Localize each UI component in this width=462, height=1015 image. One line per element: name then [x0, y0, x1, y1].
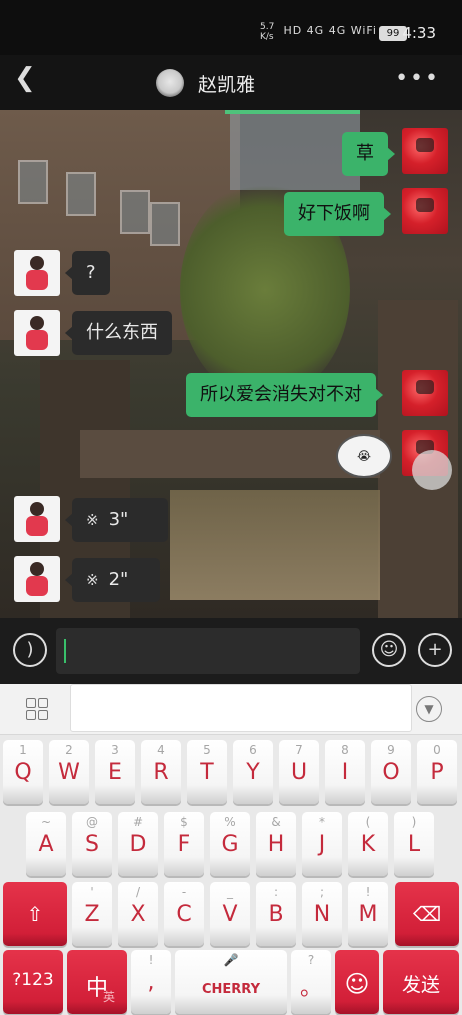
key-s[interactable]: @ S [72, 812, 112, 876]
language-switch-key[interactable]: 英中 [67, 950, 127, 1014]
voice-mode-icon[interactable]: ) [13, 633, 47, 667]
key-d[interactable]: # D [118, 812, 158, 876]
key-e[interactable]: 3E [95, 740, 135, 804]
signal-icons: HD 4G 4G WiFi [283, 24, 377, 37]
key-k[interactable]: (K [348, 812, 388, 876]
message-bubble[interactable]: 好下饭啊 [284, 192, 391, 236]
contact-avatar[interactable] [14, 556, 60, 602]
self-avatar[interactable] [402, 128, 448, 174]
key-t[interactable]: 5T [187, 740, 227, 804]
key-v[interactable]: _ V [210, 882, 250, 946]
keyboard-toolbar: ▼ [0, 684, 462, 735]
network-speed: 5.7 K/s [260, 22, 275, 42]
send-key[interactable]: 发送 [383, 950, 459, 1014]
plus-icon[interactable]: + [418, 633, 452, 667]
chat-area[interactable]: 草 好下饭啊 ? 什么东西 所以爱会消失对不对 😭 ※ 3" ※ 2" [0, 110, 462, 618]
input-bar: ) ☺ + [0, 618, 462, 684]
space-key[interactable]: 🎤 CHERRY [175, 950, 287, 1014]
key-b[interactable]: :B [256, 882, 296, 946]
comma-key[interactable]: !, [131, 950, 171, 1014]
candidate-bar[interactable] [70, 684, 412, 732]
message-bubble[interactable]: 什么东西 [65, 311, 172, 355]
voice-wave-icon: ※ [86, 511, 99, 529]
contact-avatar[interactable] [14, 310, 60, 356]
floating-assist-button[interactable] [412, 450, 452, 490]
key-a[interactable]: ~ A [26, 812, 66, 876]
key-m[interactable]: ! M [348, 882, 388, 946]
key-f[interactable]: $ F [164, 812, 204, 876]
status-time: 4:33 [402, 24, 436, 42]
collapse-keyboard-icon[interactable]: ▼ [416, 696, 442, 722]
key-l[interactable]: ) L [394, 812, 434, 876]
keyboard: ▼ 1 Q 2 W 3 E 4 R 5 T 6 Y 7 U 8 I 9 O 0 P ~ A @ S # D $ F% G & H * J(K) L… [0, 684, 462, 1015]
sticker-message[interactable]: 😭 [336, 434, 392, 478]
voice-message[interactable]: ※ 2" [65, 558, 160, 602]
contact-avatar[interactable] [156, 69, 184, 97]
contact-avatar[interactable] [14, 250, 60, 296]
emoji-icon[interactable]: ☺ [372, 633, 406, 667]
more-dots-icon[interactable]: ••• [395, 66, 440, 91]
key-h[interactable]: & H [256, 812, 296, 876]
key-y[interactable]: 6Y [233, 740, 273, 804]
message-bubble[interactable]: ? [65, 251, 110, 295]
key-j[interactable]: * J [302, 812, 342, 876]
key-w[interactable]: 2W [49, 740, 89, 804]
self-avatar[interactable] [402, 188, 448, 234]
message-bubble[interactable]: 草 [342, 132, 395, 176]
period-key[interactable]: ?。 [291, 950, 331, 1014]
backspace-key[interactable]: ⌫ [395, 882, 459, 946]
key-q[interactable]: 1Q [3, 740, 43, 804]
key-c[interactable]: -C [164, 882, 204, 946]
key-r[interactable]: 4R [141, 740, 181, 804]
message-input[interactable] [56, 628, 360, 674]
key-n[interactable]: ; N [302, 882, 342, 946]
shift-key[interactable]: ⇧ [3, 882, 67, 946]
emoji-key[interactable]: ☺ [335, 950, 379, 1014]
voice-message[interactable]: ※ 3" [65, 498, 168, 542]
key-g[interactable]: % G [210, 812, 250, 876]
key-u[interactable]: 7U [279, 740, 319, 804]
key-o[interactable]: 9O [371, 740, 411, 804]
chat-title: 赵凯雅 [198, 74, 256, 96]
key-x[interactable]: / X [118, 882, 158, 946]
status-bar: HD 4G 4G WiFi 5.7 K/s 99 4:33 [0, 0, 462, 62]
self-avatar[interactable] [402, 370, 448, 416]
key-z[interactable]: ' Z [72, 882, 112, 946]
key-p[interactable]: 0P [417, 740, 457, 804]
key-i[interactable]: 8I [325, 740, 365, 804]
back-arrow-icon[interactable]: ❮ [14, 63, 36, 93]
contact-avatar[interactable] [14, 496, 60, 542]
numeric-key[interactable]: ?123 [3, 950, 63, 1014]
message-bubble[interactable]: 所以爱会消失对不对 [186, 373, 383, 417]
chat-header: ❮ 赵凯雅 ••• [0, 55, 462, 110]
voice-wave-icon: ※ [86, 571, 99, 589]
partial-message-bubble [225, 110, 360, 114]
keyboard-menu-icon[interactable] [26, 698, 48, 720]
